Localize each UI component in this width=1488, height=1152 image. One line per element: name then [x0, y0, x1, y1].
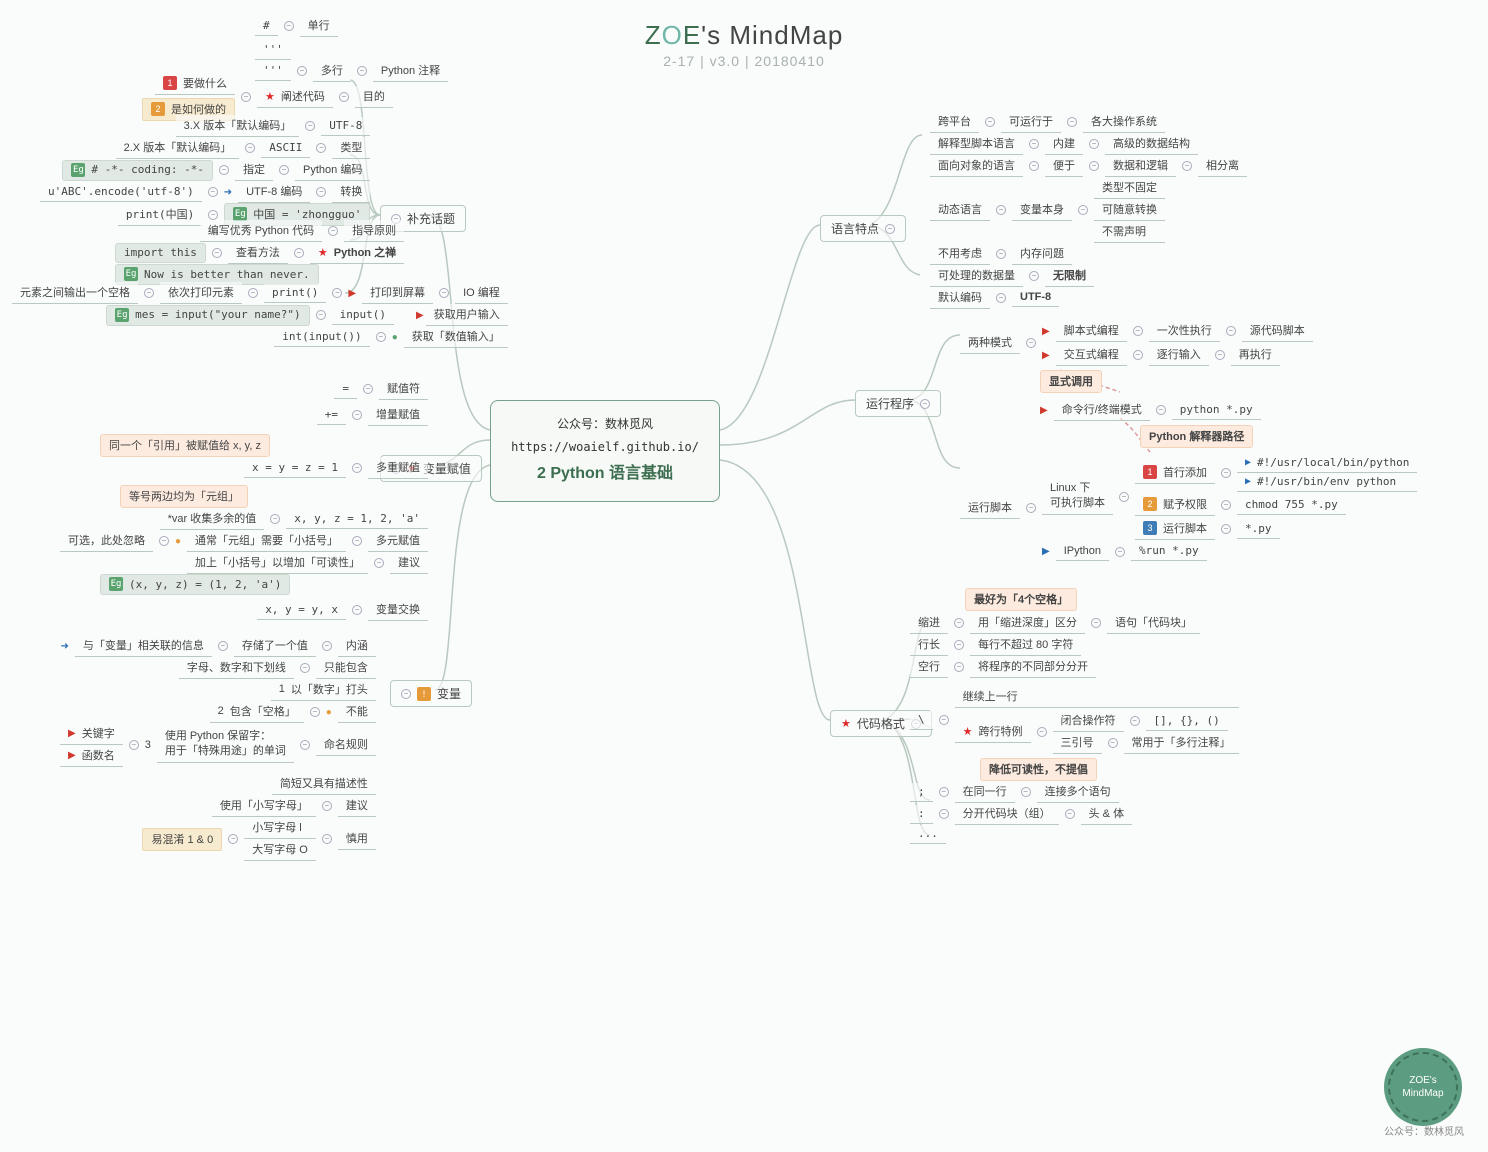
- flag-icon: ▶: [1042, 326, 1050, 337]
- star-icon: ★: [318, 246, 328, 259]
- branch-variable: ➜与「变量」相关联的信息−存储了一个值−内涵 字母、数字和下划线−只能包含 1 …: [60, 635, 376, 861]
- flag-icon: ▶: [1245, 476, 1251, 487]
- title-block: ZOE's MindMap 2-17 | v3.0 | 20180410: [645, 20, 844, 69]
- branch-zen: 编写优秀 Python 代码−指导原则 import this−查看方法 −★P…: [115, 220, 404, 285]
- branch-run: 两种模式− ▶脚本式编程−一次性执行−源代码脚本 ▶交互式编程−逐行输入−再执行…: [960, 320, 1417, 561]
- star-icon: ★: [841, 717, 851, 730]
- topic-run[interactable]: 运行程序−: [855, 390, 941, 417]
- branch-assign: =−赋值符 +=−增量赋值 同一个「引用」被赋值给 x, y, z x = y …: [60, 378, 428, 621]
- title-rest: 's MindMap: [701, 20, 843, 50]
- stamp-sub: 公众号：数林觅风: [1384, 1123, 1464, 1138]
- topic-variable[interactable]: −!变量: [390, 680, 472, 707]
- topic-lang-feature[interactable]: 语言特点−: [820, 215, 906, 242]
- star-icon: ★: [265, 90, 275, 103]
- flag-icon: ▶: [416, 310, 424, 321]
- root-line1: 公众号：数林觅风: [501, 413, 709, 436]
- branch-comments: #−单行 ''' '''−多行−Python 注释: [255, 15, 448, 82]
- dot-icon: ●: [392, 332, 398, 343]
- title-sub: 2-17 | v3.0 | 20180410: [645, 53, 844, 69]
- root-num: 2: [537, 465, 546, 482]
- badge-icon: !: [417, 687, 431, 701]
- flag-icon: ▶: [348, 288, 356, 299]
- dot-icon: ●: [326, 707, 332, 718]
- node-hash: #: [255, 17, 278, 36]
- node-naming: 命名规则: [316, 734, 376, 756]
- node-io: IO 编程: [455, 282, 508, 304]
- flag-icon: ▶: [1042, 350, 1050, 361]
- flag-icon: ▶: [68, 750, 76, 761]
- flag-icon: ▶: [1040, 405, 1048, 416]
- title-z: Z: [645, 20, 662, 50]
- title-o: O: [662, 20, 683, 50]
- flag-icon: ▶: [1245, 457, 1251, 468]
- node-quote1: ''': [255, 41, 291, 60]
- callout-4spaces: 最好为「4个空格」: [965, 588, 1077, 611]
- title-e: E: [683, 20, 701, 50]
- star-icon: ★: [963, 725, 973, 738]
- branch-purpose: 1要做什么 2是如何做的 − ★阐述代码 − 目的: [142, 73, 393, 121]
- branch-lang-feature: 跨平台−可运行于−各大操作系统 解释型脚本语言−内建−高级的数据结构 面向对象的…: [920, 105, 1257, 315]
- arrow-icon: ➜: [224, 187, 232, 198]
- node-single-line: 单行: [300, 15, 338, 37]
- branch-encoding: 3.X 版本「默认编码」−UTF-8 2.X 版本「默认编码」−ASCII −类…: [40, 115, 370, 226]
- branch-code-format: 缩进−用「缩进深度」区分−语句「代码块」 行长−每行不超过 80 字符 空行−将…: [910, 612, 1239, 844]
- arrow-icon: ➜: [60, 641, 68, 652]
- zoe-stamp: ZOE's MindMap: [1388, 1052, 1458, 1122]
- node-py-encoding: Python 编码: [295, 159, 370, 181]
- branch-io: 元素之间输出一个空格− 依次打印元素− print()− ▶打印到屏幕 − IO…: [12, 282, 508, 348]
- dot-icon: ●: [175, 536, 181, 547]
- root-node[interactable]: 公众号：数林觅风 https://woaielf.github.io/ 2 Py…: [490, 400, 720, 502]
- root-txt: Python 语言基础: [546, 465, 673, 482]
- root-line2: https://woaielf.github.io/: [501, 436, 709, 459]
- flag-icon: ▶: [1042, 546, 1050, 557]
- flag-icon: ▶: [68, 728, 76, 739]
